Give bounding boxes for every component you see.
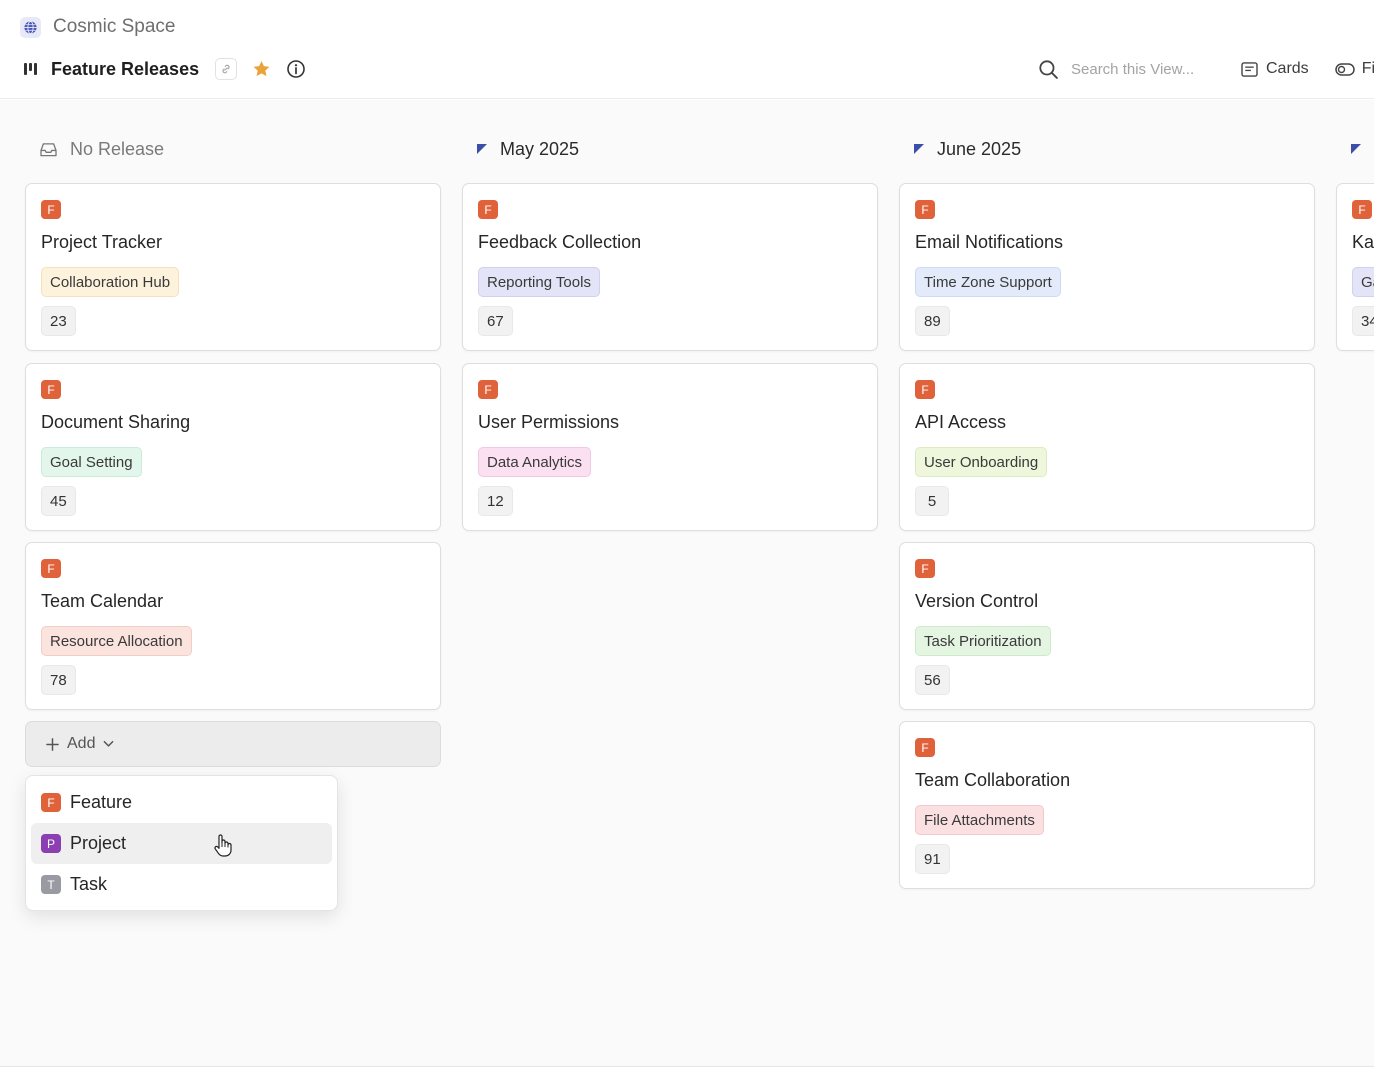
card-tag[interactable]: File Attachments [915, 805, 1044, 835]
search-icon[interactable] [1038, 59, 1059, 80]
kanban-board: No Release F Project Tracker Collaborati… [0, 100, 1374, 1067]
card-title: User Permissions [478, 412, 620, 432]
card[interactable]: F Ka Ga 34 [1336, 183, 1374, 351]
task-type-badge: T [41, 875, 61, 894]
card-title: Document Sharing [41, 412, 191, 432]
card-tag[interactable]: Goal Setting [41, 447, 142, 477]
release-flag-icon [1351, 144, 1361, 154]
card[interactable]: F Document Sharing Goal Setting 45 [25, 363, 441, 531]
card-title: Team Calendar [41, 591, 164, 611]
card-tag[interactable]: Reporting Tools [478, 267, 600, 297]
release-flag-icon [477, 144, 487, 154]
column-header: No Release [39, 137, 164, 161]
feature-type-badge: F [1352, 200, 1372, 219]
column-header [1350, 137, 1374, 161]
feature-type-badge: F [478, 380, 498, 399]
view-toolbar: Cards Fi [1038, 56, 1374, 82]
card-count: 67 [478, 306, 513, 336]
card-tag[interactable]: Resource Allocation [41, 626, 192, 656]
menu-item-task[interactable]: T Task [31, 864, 332, 905]
card-count: 78 [41, 665, 76, 695]
menu-item-label: Project [70, 833, 127, 853]
column-header: June 2025 [913, 137, 1021, 161]
menu-item-label: Task [70, 874, 108, 894]
card[interactable]: F API Access User Onboarding 5 [899, 363, 1315, 531]
card-count: 12 [478, 486, 513, 516]
card-tag[interactable]: User Onboarding [915, 447, 1048, 477]
column-header: May 2025 [476, 137, 579, 161]
menu-item-feature[interactable]: F Feature [31, 782, 332, 823]
card-title: Feedback Collection [478, 232, 642, 252]
star-icon[interactable] [251, 59, 272, 79]
column-title: No Release [70, 138, 165, 159]
card-title: Project Tracker [41, 232, 163, 252]
feature-type-badge: F [915, 738, 935, 757]
feature-type-badge: F [478, 200, 498, 219]
card[interactable]: F User Permissions Data Analytics 12 [462, 363, 878, 531]
card-count: 56 [915, 665, 950, 695]
card-title: Ka [1352, 232, 1374, 252]
card-title: Version Control [915, 591, 1039, 611]
inbox-icon [40, 142, 57, 156]
card-count: 89 [915, 306, 950, 336]
feature-type-badge: F [41, 200, 61, 219]
feature-type-badge: F [915, 380, 935, 399]
card-count: 34 [1352, 306, 1374, 336]
column-title: May 2025 [500, 138, 580, 159]
card-tag[interactable]: Data Analytics [478, 447, 592, 477]
view-title-row: Feature Releases [24, 56, 306, 82]
add-item-button[interactable]: Add [25, 721, 441, 767]
plus-icon [46, 737, 59, 751]
add-item-menu: F Feature P Project T Task [25, 775, 338, 911]
add-label: Add [67, 735, 96, 752]
card[interactable]: F Project Tracker Collaboration Hub 23 [25, 183, 441, 351]
card[interactable]: F Feedback Collection Reporting Tools 67 [462, 183, 878, 351]
project-type-badge: P [41, 834, 61, 853]
card-title: Email Notifications [915, 232, 1064, 252]
fields-toggle-button[interactable]: Fi [1334, 60, 1374, 78]
card-count: 45 [41, 486, 76, 516]
column-title: June 2025 [937, 138, 1022, 159]
chevron-down-icon [104, 740, 114, 747]
fields-label: Fi [1361, 60, 1374, 77]
menu-item-label: Feature [70, 792, 133, 812]
feature-type-badge: F [915, 559, 935, 578]
card[interactable]: F Team Calendar Resource Allocation 78 [25, 542, 441, 710]
card-count: 91 [915, 844, 950, 874]
info-icon[interactable] [286, 59, 306, 79]
globe-icon [20, 16, 41, 38]
card-title: Team Collaboration [915, 770, 1071, 790]
menu-item-project[interactable]: P Project [31, 823, 332, 864]
link-icon [222, 64, 230, 74]
search-input[interactable] [1071, 60, 1221, 78]
cards-icon [1241, 61, 1258, 77]
card-title: API Access [915, 412, 1007, 432]
page-title: Feature Releases [51, 58, 200, 79]
top-bar: Cosmic Space Feature Releases Cards Fi [0, 0, 1374, 99]
copy-link-button[interactable] [215, 58, 238, 80]
release-flag-icon [914, 144, 924, 154]
card[interactable]: F Email Notifications Time Zone Support … [899, 183, 1315, 351]
card[interactable]: F Version Control Task Prioritization 56 [899, 542, 1315, 710]
feature-type-badge: F [41, 559, 61, 578]
board-view-icon [24, 63, 38, 75]
card-tag[interactable]: Time Zone Support [915, 267, 1061, 297]
card-tag[interactable]: Task Prioritization [915, 626, 1051, 656]
feature-type-badge: F [915, 200, 935, 219]
card[interactable]: F Team Collaboration File Attachments 91 [899, 721, 1315, 889]
hand-cursor-icon [213, 833, 233, 862]
cards-view-button[interactable]: Cards [1241, 60, 1309, 78]
card-tag[interactable]: Ga [1352, 267, 1374, 297]
feature-type-badge: F [41, 380, 61, 399]
card-tag[interactable]: Collaboration Hub [41, 267, 180, 297]
space-breadcrumb[interactable]: Cosmic Space [20, 15, 176, 39]
card-count: 23 [41, 306, 76, 336]
cards-label: Cards [1266, 60, 1309, 77]
card-count: 5 [915, 486, 949, 516]
toggle-icon [1334, 62, 1355, 76]
feature-type-badge: F [41, 793, 61, 812]
space-name: Cosmic Space [53, 16, 176, 37]
